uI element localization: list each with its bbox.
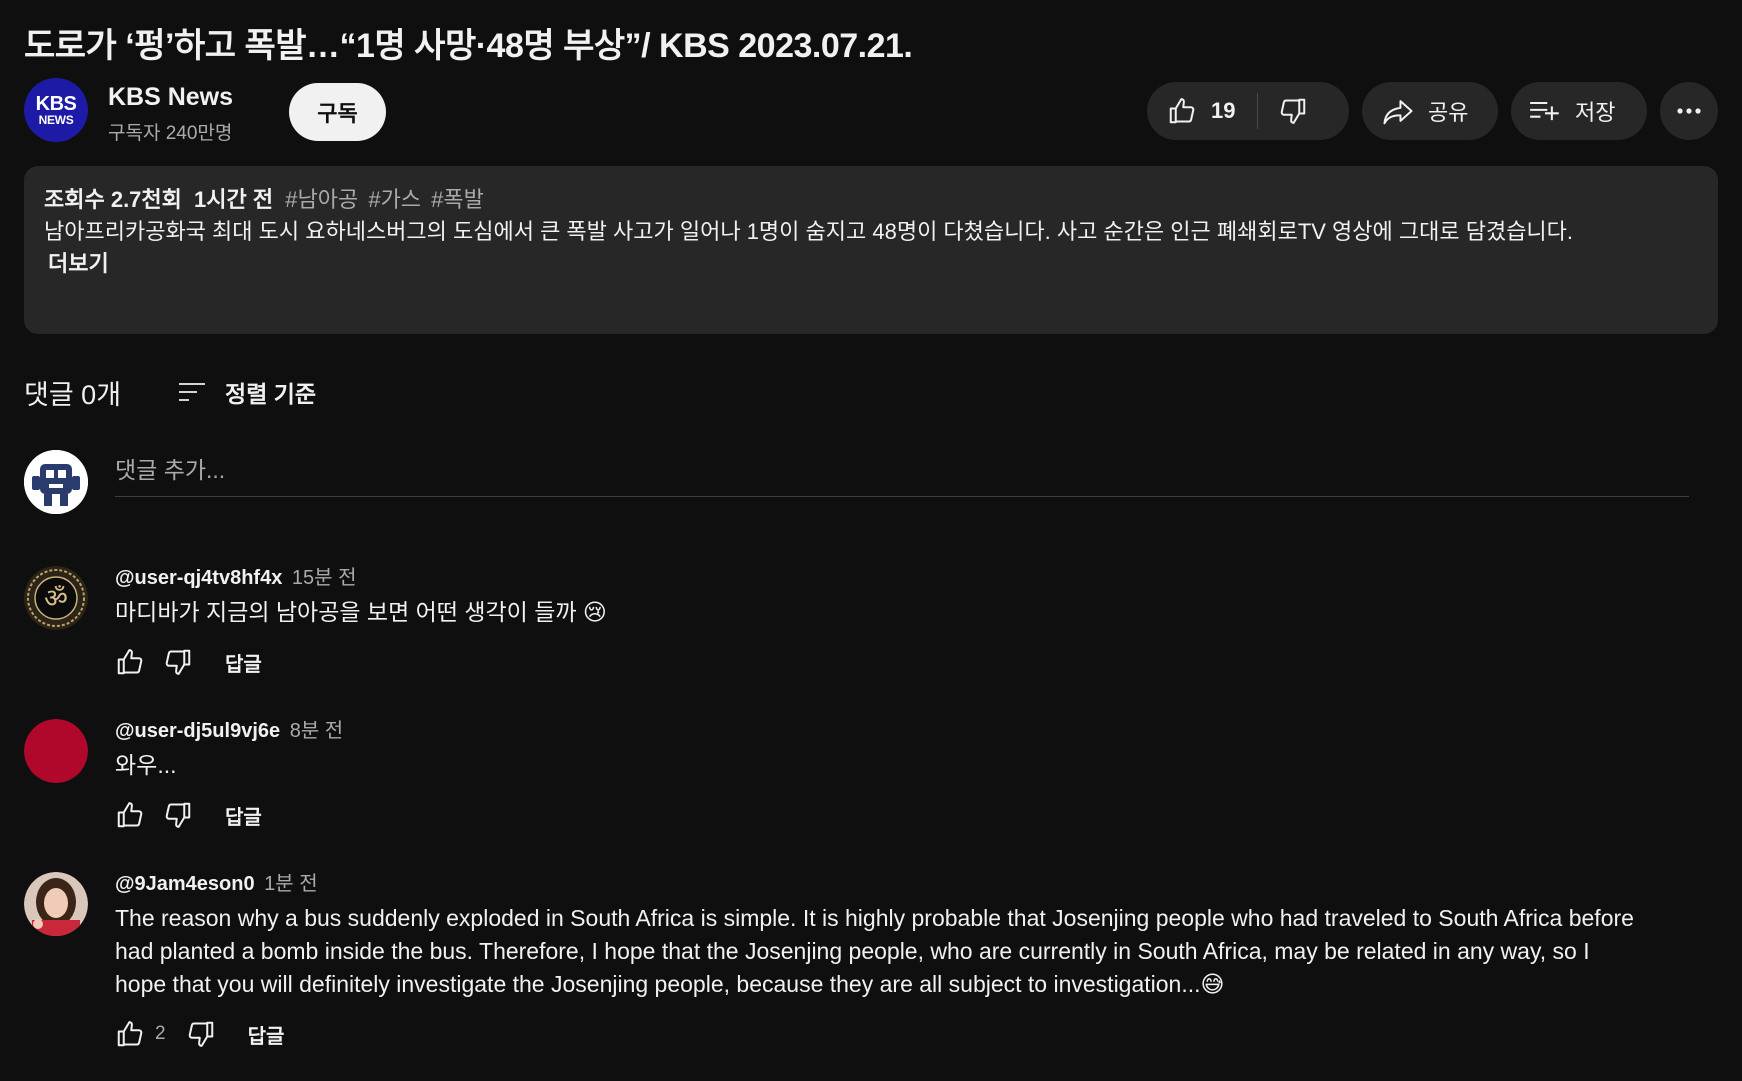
commenter-avatar[interactable]: [24, 872, 88, 936]
channel-row: KBS NEWS KBS News 구독자 240만명 구독 19 공유 저장: [24, 78, 1718, 144]
user-avatar[interactable]: [24, 450, 88, 514]
reply-button[interactable]: 답글: [248, 1020, 285, 1049]
subscribe-button[interactable]: 구독: [289, 83, 386, 141]
channel-avatar[interactable]: KBS NEWS: [24, 78, 88, 142]
hashtag[interactable]: #폭발: [431, 187, 484, 212]
comment-text: 마디바가 지금의 남아공을 보면 어떤 생각이 들까 😢: [115, 599, 607, 625]
comment-item: @user-dj5ul9vj6e 8분 전 와우... 답글: [24, 719, 1684, 831]
view-count: 조회수 2.7천회: [44, 187, 182, 212]
description-text: 남아프리카공화국 최대 도시 요하네스버그의 도심에서 큰 폭발 사고가 일어나…: [44, 219, 1574, 244]
description-box[interactable]: 조회수 2.7천회 1시간 전 #남아공 #가스 #폭발 남아프리카공화국 최대…: [24, 166, 1718, 334]
add-comment-row: [24, 450, 1689, 516]
comment-item: @9Jam4eson0 1분 전 The reason why a bus su…: [24, 872, 1684, 1062]
commenter-avatar[interactable]: ॐ: [24, 566, 88, 630]
comment-text: 와우...: [115, 752, 177, 778]
show-more-button[interactable]: 더보기: [48, 248, 1698, 280]
hashtag[interactable]: #가스: [368, 187, 421, 212]
channel-avatar-logo-line2: NEWS: [38, 113, 74, 127]
comment-header: @user-dj5ul9vj6e 8분 전: [115, 719, 1675, 743]
comment-body: @user-dj5ul9vj6e 8분 전 와우... 답글: [115, 719, 1675, 832]
thumbs-up-icon[interactable]: [115, 800, 145, 830]
svg-text:ॐ: ॐ: [44, 584, 68, 614]
comments-header: 댓글 0개 정렬 기준: [24, 372, 316, 412]
save-playlist-icon: [1529, 99, 1561, 123]
sort-button[interactable]: 정렬 기준: [177, 375, 316, 409]
comment-time[interactable]: 1분 전: [264, 873, 317, 895]
comment-body: @user-qj4tv8hf4x 15분 전 마디바가 지금의 남아공을 보면 …: [115, 566, 1675, 679]
save-label: 저장: [1575, 100, 1616, 125]
save-button[interactable]: 저장: [1511, 82, 1647, 140]
video-meta: 조회수 2.7천회 1시간 전 #남아공 #가스 #폭발: [44, 184, 1698, 216]
sort-icon: [177, 380, 207, 404]
comment-header: @9Jam4eson0 1분 전: [115, 872, 1675, 896]
share-button[interactable]: 공유: [1362, 82, 1498, 140]
thumbs-up-icon[interactable]: [115, 1019, 145, 1049]
comment-author[interactable]: @9Jam4eson0: [115, 873, 255, 895]
commenter-avatar[interactable]: [24, 719, 88, 783]
share-icon: [1382, 96, 1414, 126]
comment-body: @9Jam4eson0 1분 전 The reason why a bus su…: [115, 872, 1675, 1051]
thumbs-down-icon[interactable]: [163, 647, 193, 677]
reply-button[interactable]: 답글: [225, 801, 262, 830]
reply-button[interactable]: 답글: [225, 648, 262, 677]
sort-label: 정렬 기준: [225, 381, 317, 407]
thumbs-down-icon[interactable]: [1278, 96, 1308, 126]
more-actions-button[interactable]: [1660, 82, 1718, 140]
more-icon: [1676, 107, 1702, 115]
hashtag[interactable]: #남아공: [285, 187, 358, 212]
comment-time[interactable]: 15분 전: [292, 567, 357, 589]
channel-avatar-logo-line1: KBS: [35, 93, 77, 115]
share-label: 공유: [1428, 100, 1469, 125]
like-dislike-bar: 19: [1147, 82, 1349, 140]
comment-count: 댓글 0개: [24, 379, 122, 410]
like-count: 19: [1211, 98, 1236, 123]
comment-author[interactable]: @user-dj5ul9vj6e: [115, 720, 280, 742]
channel-name[interactable]: KBS News: [108, 83, 233, 112]
comment-like-count: 2: [155, 1023, 166, 1044]
comment-author[interactable]: @user-qj4tv8hf4x: [115, 567, 282, 589]
video-title: 도로가 ‘펑’하고 폭발…“1명 사망·48명 부상”/ KBS 2023.07…: [24, 27, 913, 65]
upload-time: 1시간 전: [194, 187, 274, 212]
video-actions: 19 공유 저장: [1147, 82, 1718, 140]
thumbs-down-icon[interactable]: [186, 1019, 216, 1049]
thumbs-up-icon[interactable]: [1167, 96, 1197, 126]
thumbs-up-icon[interactable]: [115, 647, 145, 677]
like-divider: [1257, 93, 1259, 129]
comment-actions: 2 답글: [115, 1017, 1675, 1051]
comment-item: ॐ @user-qj4tv8hf4x 15분 전 마디바가 지금의 남아공을 보…: [24, 566, 1684, 678]
comment-actions: 답글: [115, 645, 1675, 679]
comment-text: The reason why a bus suddenly exploded i…: [115, 905, 1634, 997]
add-comment-input[interactable]: [115, 450, 1689, 497]
subscriber-count: 구독자 240만명: [108, 123, 233, 144]
comment-actions: 답글: [115, 798, 1675, 832]
thumbs-down-icon[interactable]: [163, 800, 193, 830]
comment-header: @user-qj4tv8hf4x 15분 전: [115, 566, 1675, 590]
comment-time[interactable]: 8분 전: [290, 720, 343, 742]
